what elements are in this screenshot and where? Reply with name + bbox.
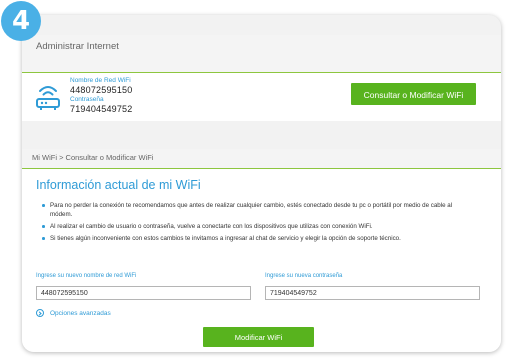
network-name-label: Nombre de Red WiFi: [70, 77, 131, 84]
wifi-info: Nombre de Red WiFi 448072595150 Contrase…: [70, 77, 132, 115]
step-number-badge: 4: [1, 1, 41, 41]
network-name-value: 448072595150: [70, 85, 133, 95]
breadcrumb: Mi WiFi > Consultar o Modificar WiFi: [32, 153, 154, 162]
new-network-name-label: Ingrese su nuevo nombre de red WiFi: [36, 273, 137, 279]
wifi-settings-card: Administrar Internet Nombre de Red WiFi …: [22, 15, 501, 352]
wifi-edit-panel: Información actual de mi WiFi Para no pe…: [22, 169, 501, 352]
password-label: Contraseña: [70, 96, 104, 103]
advanced-options-link[interactable]: Opciones avanzadas: [36, 309, 111, 317]
breadcrumb-header: Mi WiFi > Consultar o Modificar WiFi: [22, 149, 501, 169]
page-title: Información actual de mi WiFi: [36, 178, 201, 192]
consult-modify-wifi-button[interactable]: Consultar o Modificar WiFi: [351, 83, 476, 105]
admin-internet-header: Administrar Internet: [22, 35, 501, 73]
modify-wifi-button[interactable]: Modificar WiFi: [203, 327, 314, 347]
note-item: Al realizar el cambio de usuario o contr…: [42, 222, 472, 231]
note-item: Si tienes algún inconveniente con estos …: [42, 234, 472, 243]
section-title: Administrar Internet: [36, 41, 119, 52]
new-password-input[interactable]: [265, 286, 480, 300]
new-password-label: Ingrese su nueva contraseña: [265, 273, 343, 279]
note-item: Para no perder la conexión te recomendam…: [42, 201, 472, 219]
advanced-options-label: Opciones avanzadas: [50, 309, 111, 317]
password-value: 719404549752: [70, 104, 133, 114]
chevron-right-circle-icon: [36, 309, 44, 317]
new-network-name-input[interactable]: [36, 286, 251, 300]
notes-list: Para no perder la conexión te recomendam…: [42, 201, 472, 246]
router-icon: [36, 86, 60, 110]
